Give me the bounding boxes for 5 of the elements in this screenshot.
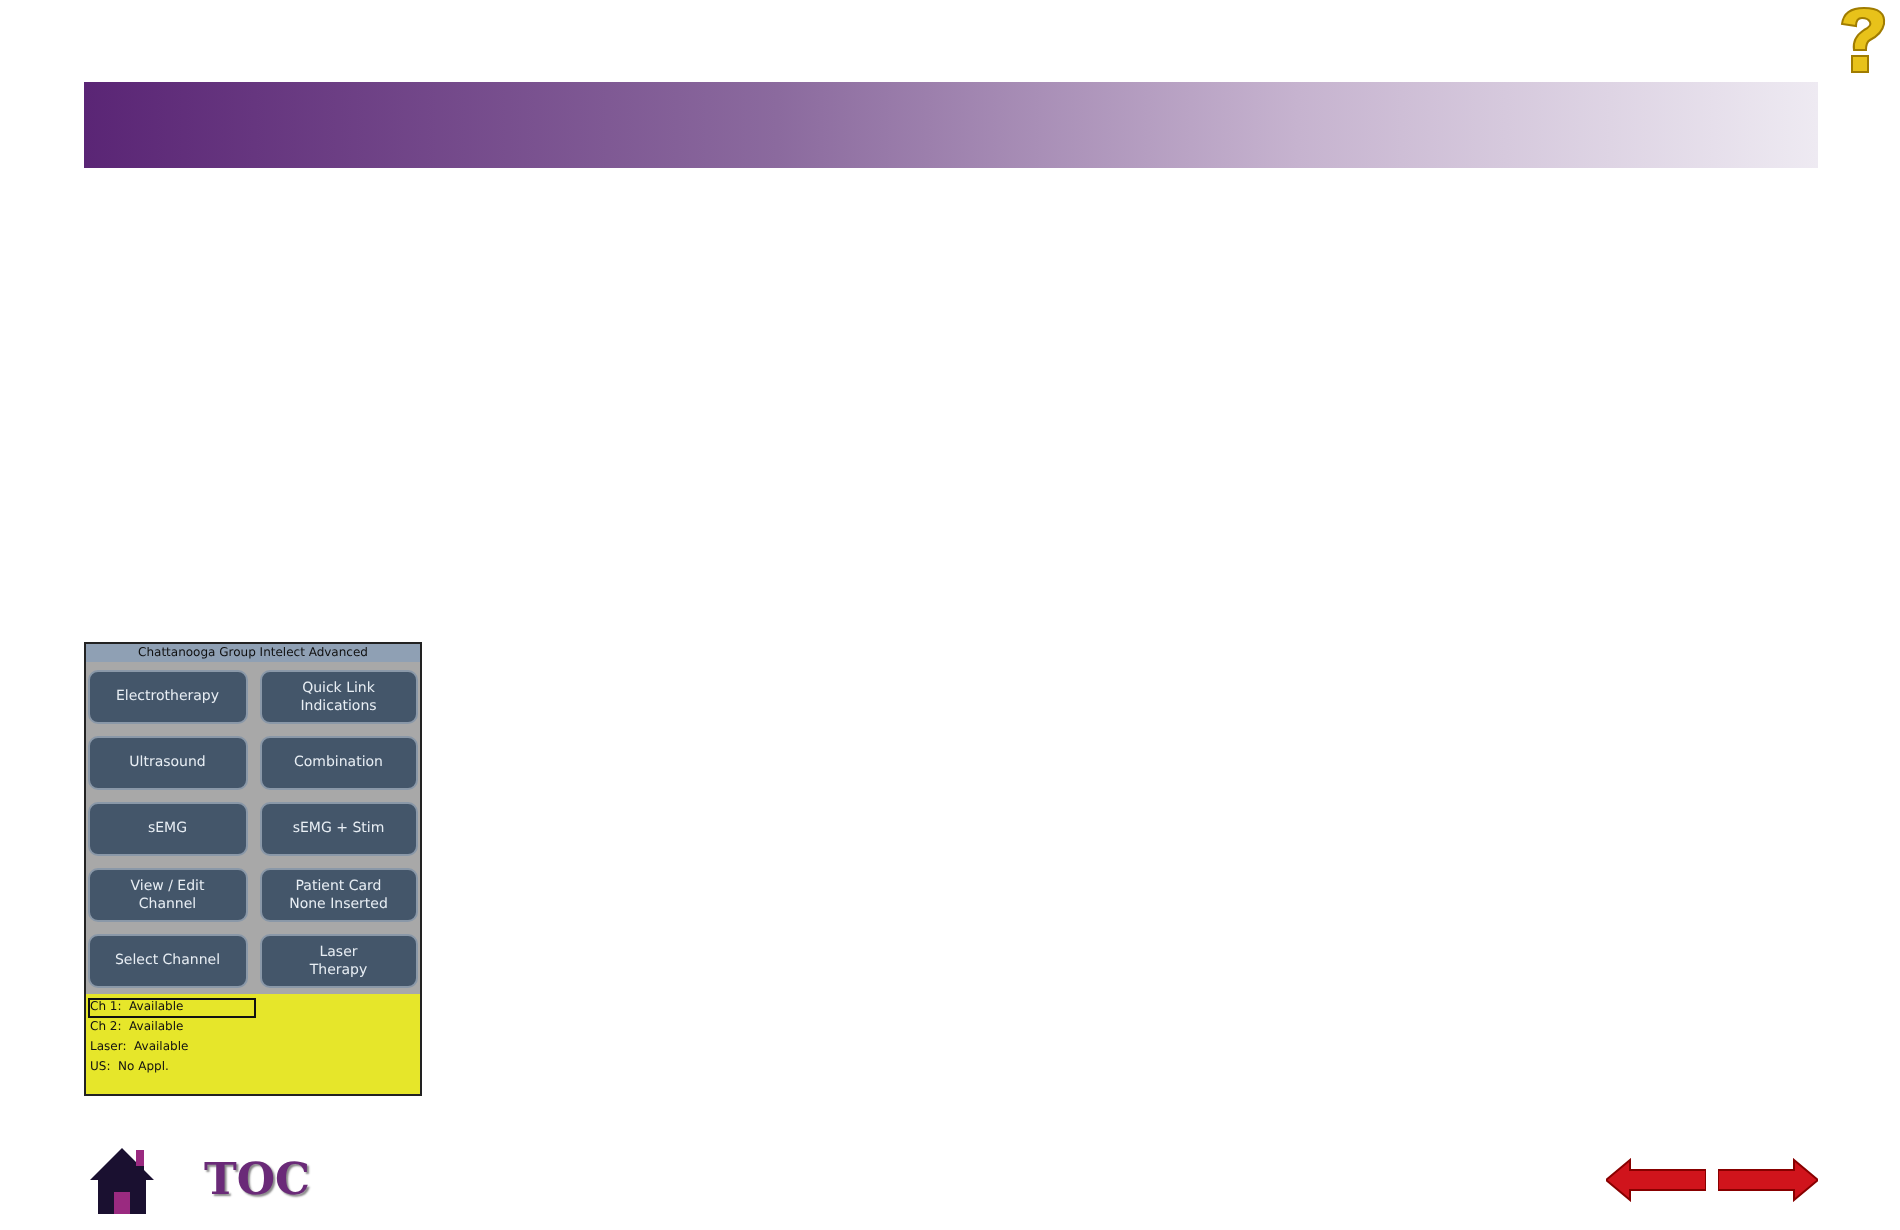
back-arrow-icon[interactable] bbox=[1606, 1158, 1706, 1202]
help-icon[interactable] bbox=[1836, 6, 1888, 74]
home-icon[interactable] bbox=[88, 1144, 156, 1216]
toc-link[interactable]: TOC bbox=[204, 1154, 311, 1206]
next-arrow-icon[interactable] bbox=[1718, 1158, 1818, 1202]
